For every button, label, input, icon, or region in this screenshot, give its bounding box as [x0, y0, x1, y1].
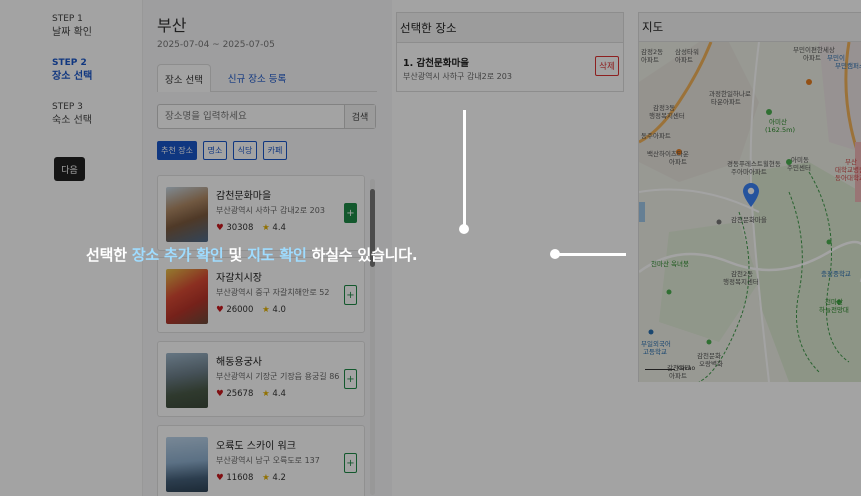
pointer-dot [459, 224, 469, 234]
tutorial-highlight: 장소 추가 확인 [131, 246, 224, 264]
pointer-line-right [556, 253, 626, 256]
tutorial-message: 선택한 장소 추가 확인 및 지도 확인 하실수 있습니다. [86, 244, 418, 265]
tutorial-text-part: 하실수 있습니다. [306, 246, 418, 264]
pointer-dot [550, 249, 560, 259]
tutorial-highlight: 지도 확인 [247, 246, 307, 264]
tutorial-text-part: 선택한 [86, 246, 132, 264]
tutorial-text-part: 및 [223, 246, 248, 264]
pointer-line-up [463, 110, 466, 228]
